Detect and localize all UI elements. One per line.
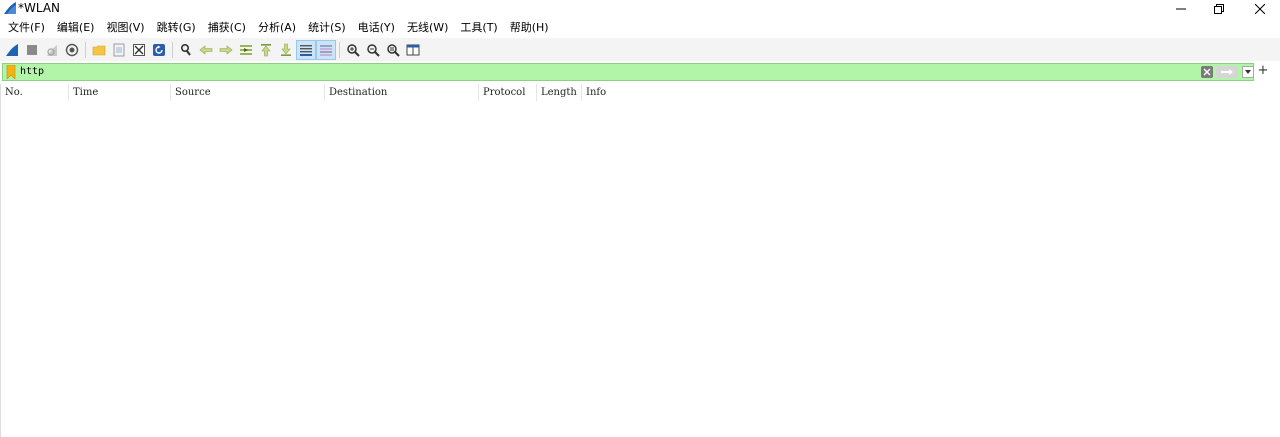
wireshark-fin-icon	[4, 2, 16, 14]
column-header-no[interactable]: No.	[1, 84, 69, 101]
close-icon	[1255, 3, 1265, 14]
menu-file[interactable]: 文件(F)	[2, 17, 51, 38]
add-filter-button-icon[interactable]: +	[1257, 63, 1269, 79]
reload-file-button[interactable]	[149, 40, 169, 60]
menu-edit[interactable]: 编辑(E)	[51, 17, 101, 38]
last-packet-button[interactable]	[276, 40, 296, 60]
column-header-protocol[interactable]: Protocol	[479, 84, 537, 101]
menu-tools[interactable]: 工具(T)	[454, 17, 503, 38]
save-file-button[interactable]	[109, 40, 129, 60]
go-forward-icon	[219, 44, 233, 55]
minimize-icon	[1176, 8, 1186, 9]
first-packet-button[interactable]	[256, 40, 276, 60]
restore-button[interactable]	[1196, 0, 1242, 17]
restore-icon	[1214, 3, 1224, 14]
close-file-icon	[133, 43, 145, 56]
display-filter-bar: +	[0, 62, 1280, 82]
colorize-button[interactable]	[316, 39, 336, 60]
restart-capture-button[interactable]	[42, 40, 62, 60]
packet-list[interactable]: No. Time Source Destination Protocol Len…	[0, 84, 1280, 437]
display-filter-input[interactable]	[20, 64, 1180, 80]
menu-view[interactable]: 视图(V)	[100, 17, 150, 38]
colorize-icon	[320, 44, 332, 56]
zoom-out-button[interactable]	[363, 40, 383, 60]
apply-filter-button[interactable]	[1216, 66, 1238, 78]
menu-help[interactable]: 帮助(H)	[504, 17, 555, 38]
autoscroll-button[interactable]	[296, 39, 316, 60]
stop-capture-icon	[27, 44, 37, 55]
column-header-destination[interactable]: Destination	[325, 84, 479, 101]
go-forward-button[interactable]	[216, 40, 236, 60]
column-header-info[interactable]: Info	[582, 84, 702, 101]
go-to-packet-icon	[240, 44, 252, 55]
display-filter-box	[2, 63, 1254, 81]
save-file-icon	[113, 43, 125, 56]
start-capture-button[interactable]	[2, 40, 22, 60]
start-capture-icon	[6, 43, 18, 56]
chevron-down-icon	[1245, 70, 1251, 74]
first-packet-icon	[261, 43, 271, 56]
stop-capture-button[interactable]	[22, 40, 42, 60]
restart-capture-icon	[47, 44, 57, 56]
menu-go[interactable]: 跳转(G)	[151, 17, 202, 38]
open-file-button[interactable]	[89, 40, 109, 60]
menu-capture[interactable]: 捕获(C)	[202, 17, 252, 38]
resize-columns-icon	[406, 44, 420, 55]
menu-statistics[interactable]: 统计(S)	[302, 17, 352, 38]
column-header-length[interactable]: Length	[537, 84, 582, 101]
find-packet-button[interactable]	[176, 40, 196, 60]
capture-options-button[interactable]	[62, 40, 82, 60]
arrow-right-icon	[1221, 69, 1233, 75]
toolbar-separator	[339, 41, 340, 58]
open-file-icon	[92, 45, 106, 55]
toolbar-separator	[85, 41, 86, 58]
go-to-packet-button[interactable]	[236, 40, 256, 60]
menu-analyze[interactable]: 分析(A)	[252, 17, 302, 38]
title-bar: *WLAN	[0, 0, 1280, 17]
normal-size-button[interactable]	[383, 40, 403, 60]
go-back-button[interactable]	[196, 40, 216, 60]
menu-wireless[interactable]: 无线(W)	[401, 17, 454, 38]
go-back-icon	[199, 44, 213, 55]
zoom-in-button[interactable]	[343, 40, 363, 60]
clear-icon	[1203, 68, 1211, 76]
menu-telephony[interactable]: 电话(Y)	[352, 17, 401, 38]
column-header-source[interactable]: Source	[171, 84, 325, 101]
capture-options-icon	[65, 43, 79, 56]
zoom-in-icon	[347, 43, 360, 57]
last-packet-icon	[281, 43, 291, 56]
close-button[interactable]	[1237, 0, 1280, 17]
main-toolbar	[0, 38, 1280, 61]
find-packet-icon	[180, 43, 191, 56]
clear-filter-button[interactable]	[1201, 66, 1213, 78]
normal-size-icon	[387, 43, 400, 57]
menu-bar: 文件(F) 编辑(E) 视图(V) 跳转(G) 捕获(C) 分析(A) 统计(S…	[0, 17, 1280, 38]
bookmark-icon[interactable]	[6, 65, 16, 79]
zoom-out-icon	[367, 43, 380, 57]
column-header-time[interactable]: Time	[69, 84, 171, 101]
close-file-button[interactable]	[129, 40, 149, 60]
resize-columns-button[interactable]	[403, 40, 423, 60]
reload-file-icon	[153, 43, 165, 56]
toolbar-separator	[172, 41, 173, 58]
autoscroll-icon	[300, 44, 312, 56]
filter-history-dropdown[interactable]	[1242, 66, 1254, 78]
window-title: *WLAN	[18, 1, 61, 15]
